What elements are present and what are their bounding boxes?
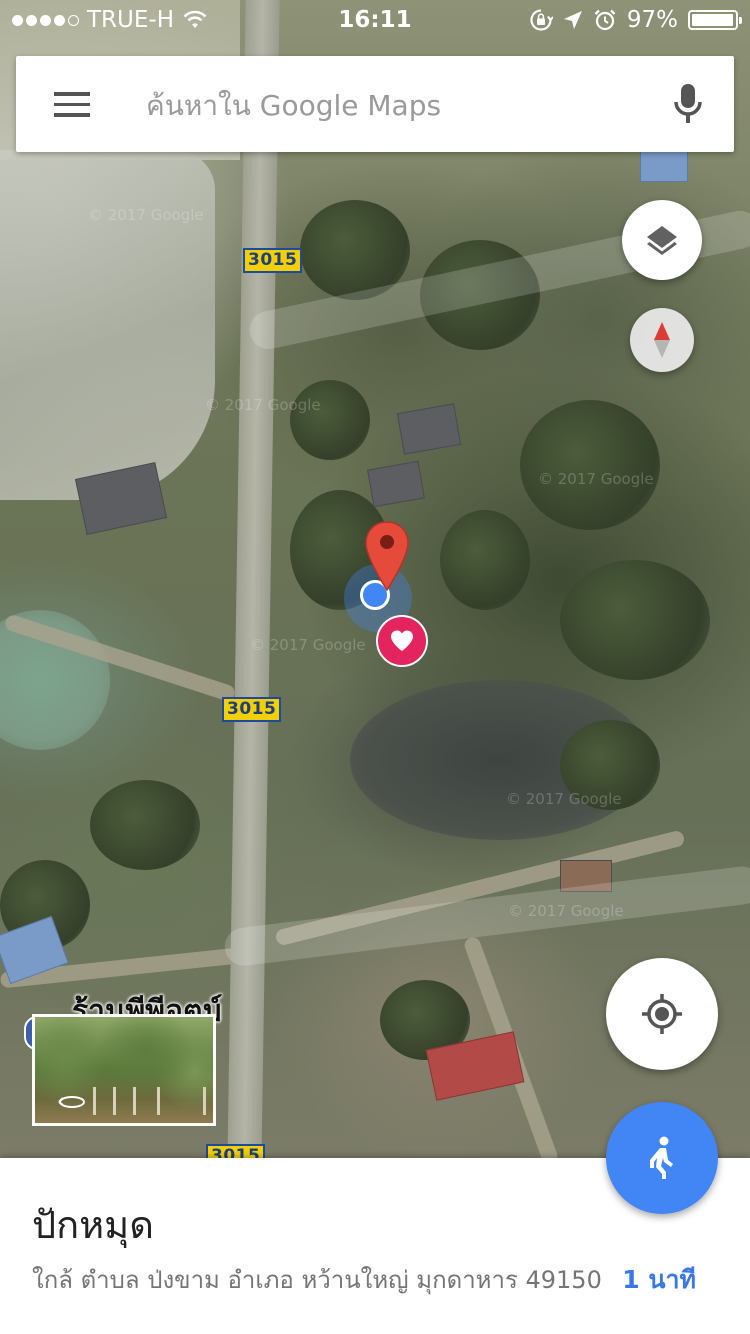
route-shield: 3015 xyxy=(243,248,303,273)
layers-icon xyxy=(647,226,677,255)
street-view-fence-post xyxy=(113,1087,116,1115)
battery-icon xyxy=(688,10,742,30)
360-rotate-icon xyxy=(58,1096,85,1108)
map-building xyxy=(640,150,688,182)
street-view-fence-post xyxy=(157,1087,160,1115)
my-location-icon xyxy=(642,994,682,1034)
map-watermark: © 2017 Google xyxy=(88,206,204,224)
map-terrain xyxy=(0,150,215,500)
map-trees xyxy=(520,400,660,530)
walking-person-icon xyxy=(650,1136,673,1179)
search-bar xyxy=(16,56,734,152)
hamburger-menu-icon[interactable] xyxy=(54,92,90,118)
saved-place-heart-icon[interactable] xyxy=(376,615,428,667)
battery-level xyxy=(692,14,733,26)
rotation-lock-icon xyxy=(530,9,553,31)
place-address: ใกล้ ตำบล ป่งขาม อำเภอ หว้านใหญ่ มุกดาหา… xyxy=(32,1266,602,1294)
street-view-fence-post xyxy=(93,1087,96,1115)
alarm-icon xyxy=(594,9,616,31)
map-trees xyxy=(290,380,370,460)
heart-icon xyxy=(391,630,413,651)
map-trees xyxy=(90,780,200,870)
my-location-button[interactable] xyxy=(606,958,718,1070)
place-title: ปักหมุด xyxy=(32,1203,154,1247)
street-view-fence-post xyxy=(133,1087,136,1115)
location-arrow-icon xyxy=(563,11,582,29)
route-shield: 3015 xyxy=(222,697,282,722)
dropped-pin-icon[interactable] xyxy=(364,520,410,592)
search-input[interactable] xyxy=(144,82,648,128)
travel-time[interactable]: 1 นาที xyxy=(622,1260,696,1300)
map-trees xyxy=(440,510,530,610)
battery-percent: 97% xyxy=(626,7,678,33)
compass-icon xyxy=(654,322,670,358)
walking-directions-button[interactable] xyxy=(606,1102,718,1214)
compass-button[interactable] xyxy=(630,308,694,372)
map-watermark: © 2017 Google xyxy=(538,470,654,488)
layers-button[interactable] xyxy=(622,200,702,280)
microphone-icon[interactable] xyxy=(672,82,704,126)
map-trees xyxy=(560,560,710,680)
map-watermark: © 2017 Google xyxy=(205,396,321,414)
status-bar: TRUE-H 16:11 97% xyxy=(0,0,750,40)
map-building xyxy=(367,460,425,508)
map-building xyxy=(396,403,462,455)
map-watermark: © 2017 Google xyxy=(250,636,366,654)
street-view-fence-post xyxy=(203,1087,206,1115)
map-watermark: © 2017 Google xyxy=(506,790,622,808)
status-right: 97% xyxy=(529,7,742,33)
map-road xyxy=(226,0,280,1160)
map-watermark: © 2017 Google xyxy=(508,902,624,920)
street-view-thumbnail[interactable] xyxy=(32,1014,216,1126)
